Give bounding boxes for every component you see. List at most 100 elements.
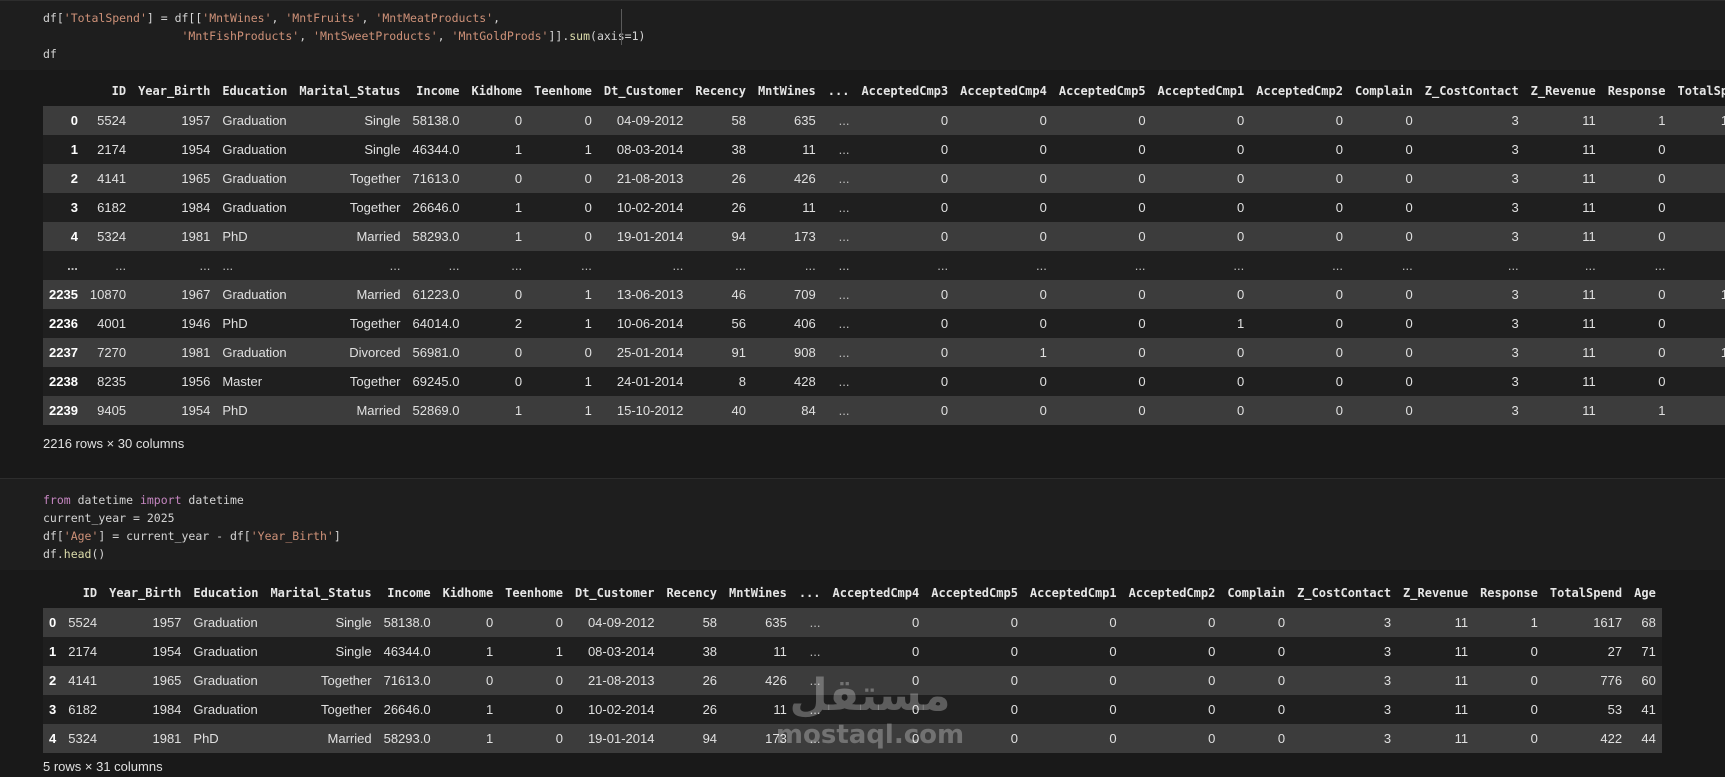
- table-cell: ...: [689, 251, 752, 280]
- table-cell: 0: [1601, 280, 1672, 309]
- table-cell: 776: [1671, 164, 1725, 193]
- dataframe-shape: 2216 rows × 30 columns: [43, 436, 185, 451]
- table-cell: 3: [1291, 695, 1398, 724]
- table-cell: 0: [1023, 666, 1123, 695]
- code-cell-2[interactable]: from datetime import datetime current_ye…: [0, 478, 1725, 571]
- table-cell: 1957: [132, 106, 217, 135]
- table-cell: 94: [689, 222, 752, 251]
- table-cell: 64014.0: [406, 309, 466, 338]
- table-cell: 11: [1524, 309, 1602, 338]
- table-cell: 19-01-2014: [597, 222, 690, 251]
- table-cell: Graduation: [187, 666, 265, 695]
- column-header: [43, 76, 84, 106]
- table-cell: 0: [1348, 106, 1419, 135]
- table-cell: 0: [1151, 222, 1251, 251]
- table-cell: 0: [954, 135, 1053, 164]
- code-cell-1[interactable]: df['TotalSpend'] = df[['MntWines', 'MntF…: [0, 0, 1725, 71]
- table-cell: 24-01-2014: [597, 367, 690, 396]
- code-token: from: [43, 493, 71, 507]
- table-cell: 0: [1052, 193, 1152, 222]
- code-token: ] = current_year - df[: [98, 529, 251, 543]
- table-cell: 3: [1291, 666, 1398, 695]
- table-cell: 0: [1474, 695, 1544, 724]
- dataframe-table: ID Year_Birth Education Marital_Status Incom…: [43, 76, 1725, 425]
- table-row: 2236 4001 1946 PhD Together 64014.0 2 1 10-06-20…: [43, 309, 1725, 338]
- table-cell: 46344.0: [377, 637, 437, 666]
- table-cell: ...: [821, 164, 856, 193]
- table-cell: 0: [1474, 724, 1544, 753]
- table-cell: 0: [855, 222, 955, 251]
- table-cell: 25-01-2014: [597, 338, 690, 367]
- table-cell: 0: [925, 666, 1024, 695]
- table-cell: 1: [465, 222, 529, 251]
- table-cell: 26646.0: [406, 193, 466, 222]
- column-header: Z_CostContact: [1424, 84, 1519, 98]
- table-cell: Graduation: [216, 164, 294, 193]
- table-cell: 11: [1524, 135, 1602, 164]
- table-cell: 0: [499, 666, 569, 695]
- row-index: 1: [43, 637, 63, 666]
- code-token: 'Age': [63, 529, 99, 543]
- table-cell: 0: [1122, 666, 1222, 695]
- table-cell: Together: [293, 309, 407, 338]
- table-cell: 0: [954, 309, 1053, 338]
- table-cell: 08-03-2014: [568, 637, 661, 666]
- row-index: 2239: [43, 396, 84, 425]
- column-header: Z_Revenue: [1530, 84, 1596, 98]
- table-cell: 11: [723, 637, 793, 666]
- table-row: 4 5324 1981 PhD Married 58293.0 1 0 19-01-2014 94…: [43, 222, 1725, 251]
- code-token: ,: [437, 29, 452, 43]
- row-index: 4: [43, 222, 84, 251]
- column-header: Dt_Customer: [574, 586, 655, 600]
- table-cell: ...: [821, 367, 856, 396]
- table-cell: 11: [1397, 637, 1475, 666]
- table-cell: 11: [751, 193, 822, 222]
- column-header: Kidhome: [442, 586, 494, 600]
- column-header: MntWines: [757, 84, 816, 98]
- row-index: 2: [43, 666, 63, 695]
- code-editor[interactable]: from datetime import datetime current_ye…: [43, 491, 341, 563]
- table-cell: 10-02-2014: [597, 193, 690, 222]
- table-cell: ...: [216, 251, 294, 280]
- table-cell: 0: [528, 338, 598, 367]
- table-cell: 0: [1052, 367, 1152, 396]
- table-cell: 426: [723, 666, 793, 695]
- column-header: AcceptedCmp2: [1256, 84, 1343, 98]
- table-cell: 1: [499, 637, 569, 666]
- column-header: [43, 578, 62, 608]
- table-cell: 0: [1122, 695, 1222, 724]
- table-cell: ...: [406, 251, 466, 280]
- table-cell: 709: [751, 280, 822, 309]
- column-header: Z_CostContact: [1297, 586, 1392, 600]
- table-cell: 3: [1418, 309, 1525, 338]
- table-cell: 0: [925, 695, 1024, 724]
- table-cell: 04-09-2012: [597, 106, 690, 135]
- column-header: AcceptedCmp2: [1128, 586, 1216, 600]
- table-cell: 1954: [132, 396, 217, 425]
- table-cell: 69245.0: [406, 367, 466, 396]
- table-cell: 46: [689, 280, 752, 309]
- table-cell: ...: [821, 309, 856, 338]
- table-cell: 1: [436, 695, 500, 724]
- table-header-row: ID Year_Birth Education Marital_Status Incom…: [43, 578, 1662, 608]
- table-cell: 0: [1250, 193, 1349, 222]
- table-cell: 91: [689, 338, 752, 367]
- table-cell: 11: [1524, 396, 1602, 425]
- table-cell: Single: [293, 106, 407, 135]
- code-editor[interactable]: df['TotalSpend'] = df[['MntWines', 'MntF…: [43, 9, 645, 63]
- table-cell: 52869.0: [406, 396, 466, 425]
- table-cell: 0: [855, 135, 955, 164]
- table-cell: 1: [1474, 608, 1544, 637]
- code-token: 'MntFruits': [285, 11, 362, 25]
- column-header: Year_Birth: [138, 84, 211, 98]
- table-cell: 0: [1052, 280, 1152, 309]
- table-cell: 1: [528, 309, 598, 338]
- table-cell: 0: [1348, 193, 1419, 222]
- code-token: ] = df[[: [146, 11, 203, 25]
- table-cell: 0: [528, 106, 598, 135]
- table-cell: ...: [597, 251, 690, 280]
- table-cell: ...: [83, 251, 133, 280]
- table-cell: 4001: [83, 309, 133, 338]
- table-cell: 0: [1052, 164, 1152, 193]
